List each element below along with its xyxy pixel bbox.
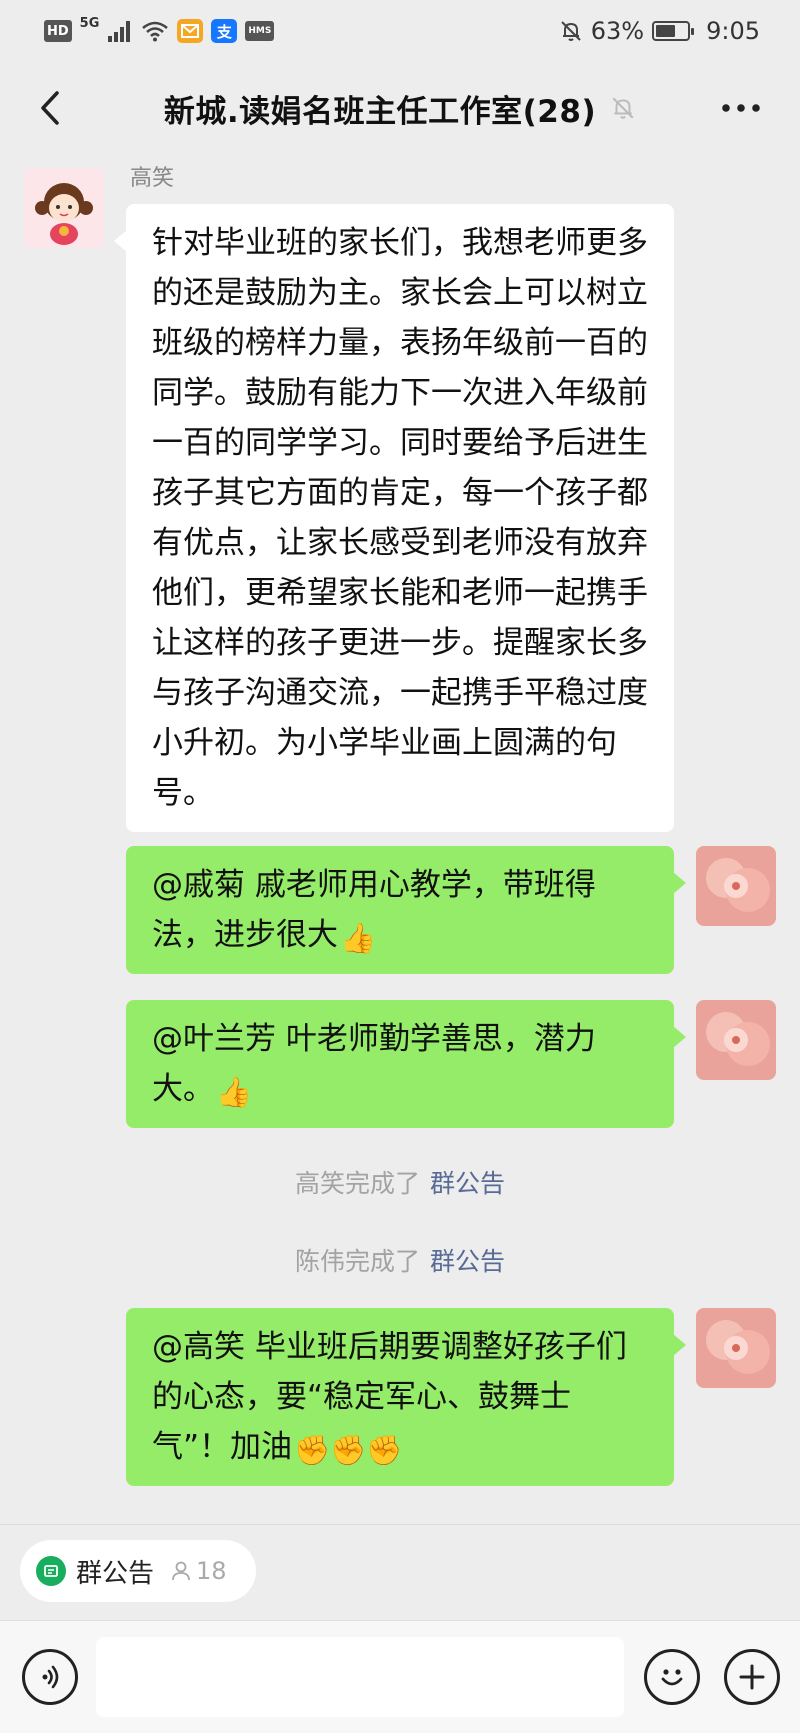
pink-flower-avatar-icon: [696, 846, 776, 926]
plus-button[interactable]: [724, 1649, 780, 1705]
status-bar-right: 63% 9:05: [559, 17, 760, 45]
message-list[interactable]: 高笑 针对毕业班的家长们，我想老师更多的还是鼓励为主。家长会上可以树立班级的榜样…: [0, 154, 800, 1524]
avatar-self[interactable]: [696, 1000, 776, 1080]
signal-icon: [108, 21, 131, 42]
battery-percent: 63%: [590, 17, 645, 45]
pink-flower-avatar-icon: [696, 1308, 776, 1388]
network-type: 5G: [79, 15, 100, 31]
emoji-icon: [661, 1669, 683, 1686]
group-notice-chip[interactable]: 群公告 18: [20, 1540, 256, 1602]
message-bubble[interactable]: @高笑 毕业班后期要调整好孩子们的心态，要“稳定军心、鼓舞士气”！加油✊✊✊: [126, 1308, 686, 1486]
clock: 9:05: [706, 17, 760, 45]
alipay-icon: 支: [211, 19, 238, 43]
message-input[interactable]: [96, 1637, 624, 1717]
mail-app-icon: [177, 19, 204, 43]
back-button[interactable]: [26, 84, 74, 132]
voice-button[interactable]: [22, 1649, 78, 1705]
group-notice-label: 群公告: [76, 1558, 155, 1589]
wifi-icon: [142, 21, 169, 42]
status-bar-left: HD 5G 支 HMS: [44, 15, 275, 43]
person-icon: [172, 1561, 190, 1581]
more-button[interactable]: [716, 86, 766, 130]
plus-icon: [739, 1664, 765, 1690]
chevron-left-icon: [41, 91, 59, 125]
voice-icon: [42, 1665, 59, 1689]
message-bubble[interactable]: 针对毕业班的家长们，我想老师更多的还是鼓励为主。家长会上可以树立班级的榜样力量，…: [114, 204, 674, 832]
message-bubble[interactable]: @戚菊 戚老师用心教学，带班得法，进步很大👍: [126, 846, 686, 974]
system-notice: 陈伟完成了 群公告: [0, 1242, 800, 1278]
avatar-self[interactable]: [696, 1308, 776, 1388]
pink-flower-avatar-icon: [696, 1000, 776, 1080]
more-icon: [722, 104, 760, 112]
group-notice-link[interactable]: 群公告: [430, 1247, 505, 1276]
battery-fill: [656, 25, 675, 37]
group-notice-link[interactable]: 群公告: [430, 1169, 505, 1198]
battery-icon: [652, 21, 695, 41]
reader-count-value: 18: [196, 1557, 227, 1585]
bell-off-icon: [561, 21, 581, 41]
message-bubble[interactable]: @叶兰芳 叶老师勤学善思，潜力大。👍: [126, 1000, 686, 1128]
divider: [0, 1524, 800, 1525]
status-bar: HD 5G 支 HMS 63% 9:05: [0, 0, 800, 62]
cartoon-girl-avatar-icon: [24, 168, 104, 248]
emoji-button[interactable]: [644, 1649, 700, 1705]
bell-off-icon: [612, 97, 634, 119]
hd-badge: HD: [44, 20, 72, 42]
thumbs-up-emoji: 👍: [340, 921, 377, 955]
notice-icon: [36, 1556, 66, 1586]
system-notice-text: 陈伟完成了: [294, 1247, 420, 1276]
avatar-self[interactable]: [696, 846, 776, 926]
thumbs-up-emoji: 👍: [216, 1075, 253, 1109]
reader-count: 18: [170, 1557, 227, 1585]
system-notice: 高笑完成了 群公告: [0, 1164, 800, 1200]
fist-emoji: ✊✊✊: [294, 1433, 403, 1467]
chat-title: 新城.读娟名班主任工作室(28): [163, 93, 597, 130]
hms-icon: HMS: [245, 21, 275, 41]
system-notice-text: 高笑完成了: [294, 1169, 420, 1198]
sender-name: 高笑: [130, 166, 175, 191]
avatar-sender[interactable]: [24, 168, 104, 248]
chat-header: 新城.读娟名班主任工作室(28): [0, 62, 800, 154]
input-bar: [0, 1620, 800, 1733]
muted-indicator: [610, 95, 636, 121]
